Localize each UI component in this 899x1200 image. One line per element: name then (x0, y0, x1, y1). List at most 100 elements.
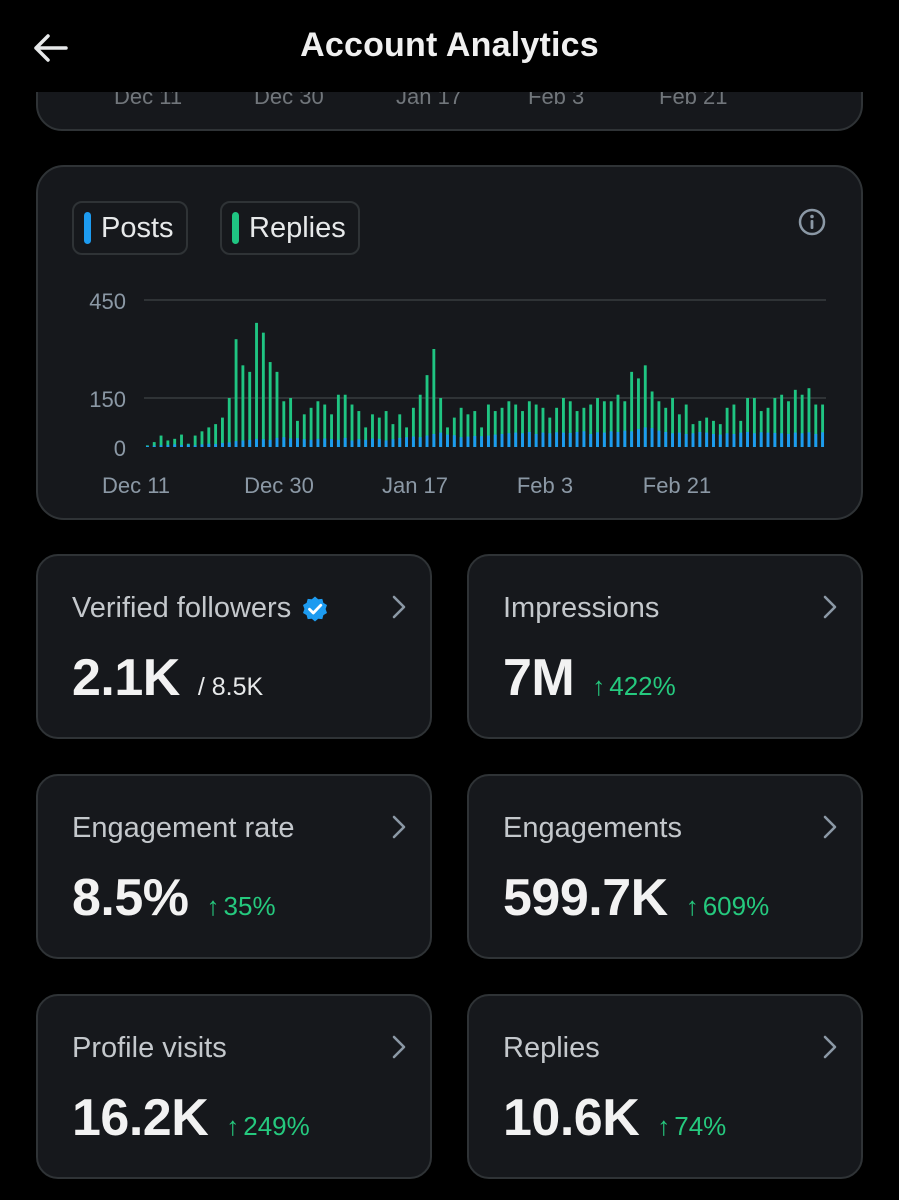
stat-card-replies[interactable]: Replies 10.6K ↑ 74% (467, 994, 863, 1179)
posts-replies-chart-card: Posts Replies 450 150 0 Dec 11 Dec 30 Jan 17 F… (36, 165, 863, 520)
posts-bar (323, 438, 327, 447)
posts-bar (220, 443, 224, 447)
replies-bar (432, 349, 436, 447)
posts-bar (364, 439, 368, 447)
posts-bar (691, 433, 695, 447)
page-title: Account Analytics (300, 26, 599, 64)
posts-bar (384, 440, 388, 447)
posts-bar (261, 439, 265, 447)
stat-label-row: Verified followers (72, 592, 329, 625)
posts-bar (377, 438, 381, 447)
posts-bar (780, 433, 784, 447)
posts-bar (309, 439, 313, 447)
posts-bar (677, 432, 681, 447)
posts-bar (616, 431, 620, 447)
chevron-right-icon (392, 815, 406, 839)
replies-bar (159, 435, 163, 447)
posts-bar (418, 437, 422, 447)
posts-bar (596, 432, 599, 447)
posts-bar (425, 435, 429, 447)
posts-bar (248, 439, 252, 447)
posts-bar (664, 431, 668, 447)
posts-bar (698, 431, 702, 447)
stat-card-impressions[interactable]: Impressions 7M ↑ 422% (467, 554, 863, 739)
chevron-right-icon (823, 595, 837, 619)
stat-change: ↑ 422% (592, 671, 676, 702)
posts-bar (186, 444, 190, 447)
posts-bar (732, 433, 736, 447)
chevron-right-icon (823, 815, 837, 839)
posts-bar (152, 445, 156, 447)
posts-bar (466, 436, 470, 447)
posts-bar (214, 444, 218, 447)
posts-bar (302, 439, 306, 447)
posts-bar (630, 431, 634, 447)
posts-bar (193, 445, 197, 447)
stat-card-verified-followers[interactable]: Verified followers 2.1K / 8.5K (36, 554, 432, 739)
replies-bar (241, 365, 245, 447)
stat-change: ↑ 74% (657, 1111, 726, 1142)
posts-bar (561, 432, 565, 447)
y-tick-label: 150 (89, 387, 126, 412)
stat-value-row: 599.7K ↑ 609% (503, 868, 769, 928)
chevron-right-icon (392, 1035, 406, 1059)
replies-bar (255, 322, 258, 447)
posts-bar (746, 431, 750, 447)
posts-bar (514, 432, 518, 447)
stat-value: 10.6K (503, 1089, 640, 1147)
stat-label: Engagement rate (72, 812, 295, 844)
stat-value-row: 2.1K / 8.5K (72, 648, 263, 708)
stat-card-engagement-rate[interactable]: Engagement rate 8.5% ↑ 35% (36, 774, 432, 959)
posts-bar (432, 433, 436, 447)
posts-bar (173, 444, 177, 447)
posts-bar (602, 432, 606, 447)
posts-bar (343, 437, 347, 447)
stat-label: Profile visits (72, 1032, 227, 1064)
stat-value-row: 16.2K ↑ 249% (72, 1088, 310, 1148)
stat-value: 16.2K (72, 1089, 209, 1147)
posts-bar (486, 435, 490, 447)
posts-bar (371, 438, 374, 447)
posts-bar (234, 441, 238, 447)
posts-bar (241, 440, 245, 447)
stat-total: / 8.5K (197, 673, 264, 701)
posts-bar (411, 436, 415, 447)
stat-label: Engagements (503, 812, 682, 844)
arrow-up-icon: ↑ (592, 671, 606, 701)
stat-change: ↑ 249% (226, 1111, 310, 1142)
posts-bar (473, 435, 477, 447)
posts-bar (405, 437, 409, 447)
stat-label: Impressions (503, 592, 660, 624)
posts-bar (739, 432, 743, 447)
posts-bar (814, 433, 818, 447)
posts-bar (766, 432, 770, 447)
stat-change-value: 74% (674, 1111, 727, 1141)
stat-change: ↑ 35% (207, 891, 276, 922)
stat-value-row: 8.5% ↑ 35% (72, 868, 276, 928)
posts-bar (684, 433, 688, 447)
stat-value-row: 7M ↑ 422% (503, 648, 676, 708)
stat-change-value: 35% (223, 891, 276, 921)
posts-bar (289, 438, 293, 447)
posts-bar (541, 432, 545, 447)
posts-bar (725, 433, 729, 447)
posts-bar (316, 438, 320, 447)
stat-card-engagements[interactable]: Engagements 599.7K ↑ 609% (467, 774, 863, 959)
stat-change-value: 422% (609, 671, 676, 701)
chevron-right-icon (392, 595, 406, 619)
x-tick-label: Dec 11 (102, 473, 170, 498)
posts-bar (773, 432, 777, 447)
posts-bar (568, 432, 572, 447)
posts-bar (800, 433, 804, 447)
y-tick-label: 0 (114, 436, 126, 461)
verified-badge-icon (303, 596, 328, 621)
stat-label: Verified followers (72, 592, 292, 624)
stat-card-profile-visits[interactable]: Profile visits 16.2K ↑ 249% (36, 994, 432, 1179)
stat-value: 8.5% (72, 869, 189, 927)
x-tick-label: Feb 21 (643, 473, 712, 498)
replies-bar (261, 332, 265, 447)
posts-bar (759, 432, 763, 447)
posts-bar (452, 435, 456, 447)
replies-bar (234, 339, 238, 447)
replies-bar (193, 435, 197, 447)
